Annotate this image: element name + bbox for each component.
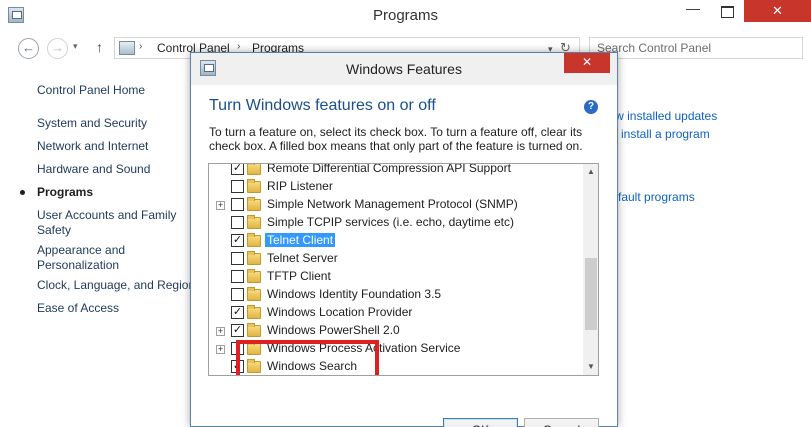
ok-button[interactable]: OK [443,418,518,427]
sidebar-item-system-and-security[interactable]: System and Security [37,116,147,131]
control-panel-icon [119,41,135,55]
feature-row[interactable]: TFTP Client [209,268,583,286]
feature-label[interactable]: TFTP Client [265,269,333,283]
sidebar-item-ease-of-access[interactable]: Ease of Access [37,301,119,316]
feature-row[interactable]: RIP Listener [209,178,583,196]
scroll-up-arrow-icon[interactable]: ▲ [583,164,598,180]
feature-row[interactable]: ✓ Windows Location Provider [209,304,583,322]
windows-features-dialog: Windows Features ✕ Turn Windows features… [190,52,618,427]
recent-locations-icon[interactable]: ▾ [73,41,78,52]
feature-checkbox[interactable] [231,180,244,193]
feature-label[interactable]: Telnet Client [265,233,336,247]
expand-plus-icon[interactable]: + [216,345,225,354]
feature-row[interactable]: + Simple Network Management Protocol (SNM… [209,196,583,214]
folder-icon [247,251,261,265]
sidebar-item-hardware-and-sound[interactable]: Hardware and Sound [37,162,150,177]
feature-row[interactable]: Telnet Server [209,250,583,268]
install-program-link[interactable]: install a program [621,127,710,141]
search-input[interactable]: Search Control Panel [589,37,803,59]
feature-checkbox[interactable]: ✓ [231,306,244,319]
feature-checkbox[interactable] [231,216,244,229]
expand-plus-icon[interactable]: + [216,327,225,336]
feature-checkbox[interactable]: ✓ [231,164,244,175]
dialog-titlebar: Windows Features ✕ [191,53,617,85]
feature-row[interactable]: ✓ Remote Differential Compression API Sup… [209,164,583,178]
expand-plus-icon[interactable]: + [216,201,225,210]
feature-checkbox[interactable]: ✓ [231,324,244,337]
feature-label[interactable]: Telnet Server [265,251,340,265]
scroll-down-arrow-icon[interactable]: ▼ [583,359,598,375]
feature-row[interactable]: ✓ Telnet Client [209,232,583,250]
feature-checkbox[interactable] [231,288,244,301]
feature-checkbox[interactable]: ✓ [231,234,244,247]
dialog-title: Windows Features [346,61,462,77]
minimize-button[interactable]: — [676,0,710,22]
dialog-heading: Turn Windows features on or off [209,97,436,114]
feature-label[interactable]: Simple Network Management Protocol (SNMP… [265,197,520,211]
dialog-close-button[interactable]: ✕ [564,53,610,73]
feature-label[interactable]: Remote Differential Compression API Supp… [265,164,513,175]
features-tree[interactable]: ✓ Remote Differential Compression API Sup… [208,163,599,376]
folder-icon [247,164,261,175]
folder-icon [247,269,261,283]
maximize-button[interactable] [710,0,744,22]
breadcrumb-separator[interactable]: › [139,41,142,52]
feature-checkbox[interactable] [231,198,244,211]
feature-checkbox[interactable] [231,252,244,265]
folder-icon [247,305,261,319]
up-arrow-icon[interactable]: ↑ [96,39,103,55]
forward-button[interactable]: → [47,38,68,59]
sidebar-item-programs: Programs [37,185,94,199]
sidebar-item-appearance[interactable]: Appearance and Personalization [37,243,147,273]
sidebar-item-control-panel-home[interactable]: Control Panel Home [37,83,145,98]
dialog-description: To turn a feature on, select its check b… [209,125,583,153]
sidebar-item-user-accounts[interactable]: User Accounts and Family Safety [37,208,187,238]
folder-icon [247,287,261,301]
feature-row[interactable]: + ✓ Windows PowerShell 2.0 [209,322,583,340]
highlight-annotation-box [236,340,379,375]
help-icon[interactable]: ? [584,100,598,114]
current-item-bullet [20,190,25,195]
sidebar-item-network-and-internet[interactable]: Network and Internet [37,139,148,154]
default-programs-link[interactable]: fault programs [618,190,695,204]
folder-icon [247,179,261,193]
folder-icon [247,215,261,229]
folder-icon [247,323,261,337]
cancel-button[interactable]: Cancel [524,418,599,427]
dialog-body: Turn Windows features on or off ? To tur… [191,85,617,427]
scrollbar-thumb[interactable] [585,258,597,330]
sidebar-item-clock-language-region[interactable]: Clock, Language, and Region [37,278,195,293]
feature-checkbox[interactable] [231,270,244,283]
feature-label[interactable]: Windows PowerShell 2.0 [265,323,402,337]
feature-label[interactable]: Windows Identity Foundation 3.5 [265,287,443,301]
vertical-scrollbar[interactable]: ▲ ▼ [583,164,598,375]
feature-row[interactable]: Windows Identity Foundation 3.5 [209,286,583,304]
folder-icon [247,233,261,247]
folder-icon [247,197,261,211]
breadcrumb-separator[interactable]: › [237,41,240,52]
window-titlebar: Programs — ✕ [0,0,811,32]
feature-label[interactable]: RIP Listener [265,179,335,193]
back-button[interactable]: ← [18,38,39,59]
feature-row[interactable]: Simple TCPIP services (i.e. echo, daytim… [209,214,583,232]
feature-label[interactable]: Simple TCPIP services (i.e. echo, daytim… [265,215,516,229]
close-button[interactable]: ✕ [744,0,811,22]
feature-label[interactable]: Windows Location Provider [265,305,414,319]
